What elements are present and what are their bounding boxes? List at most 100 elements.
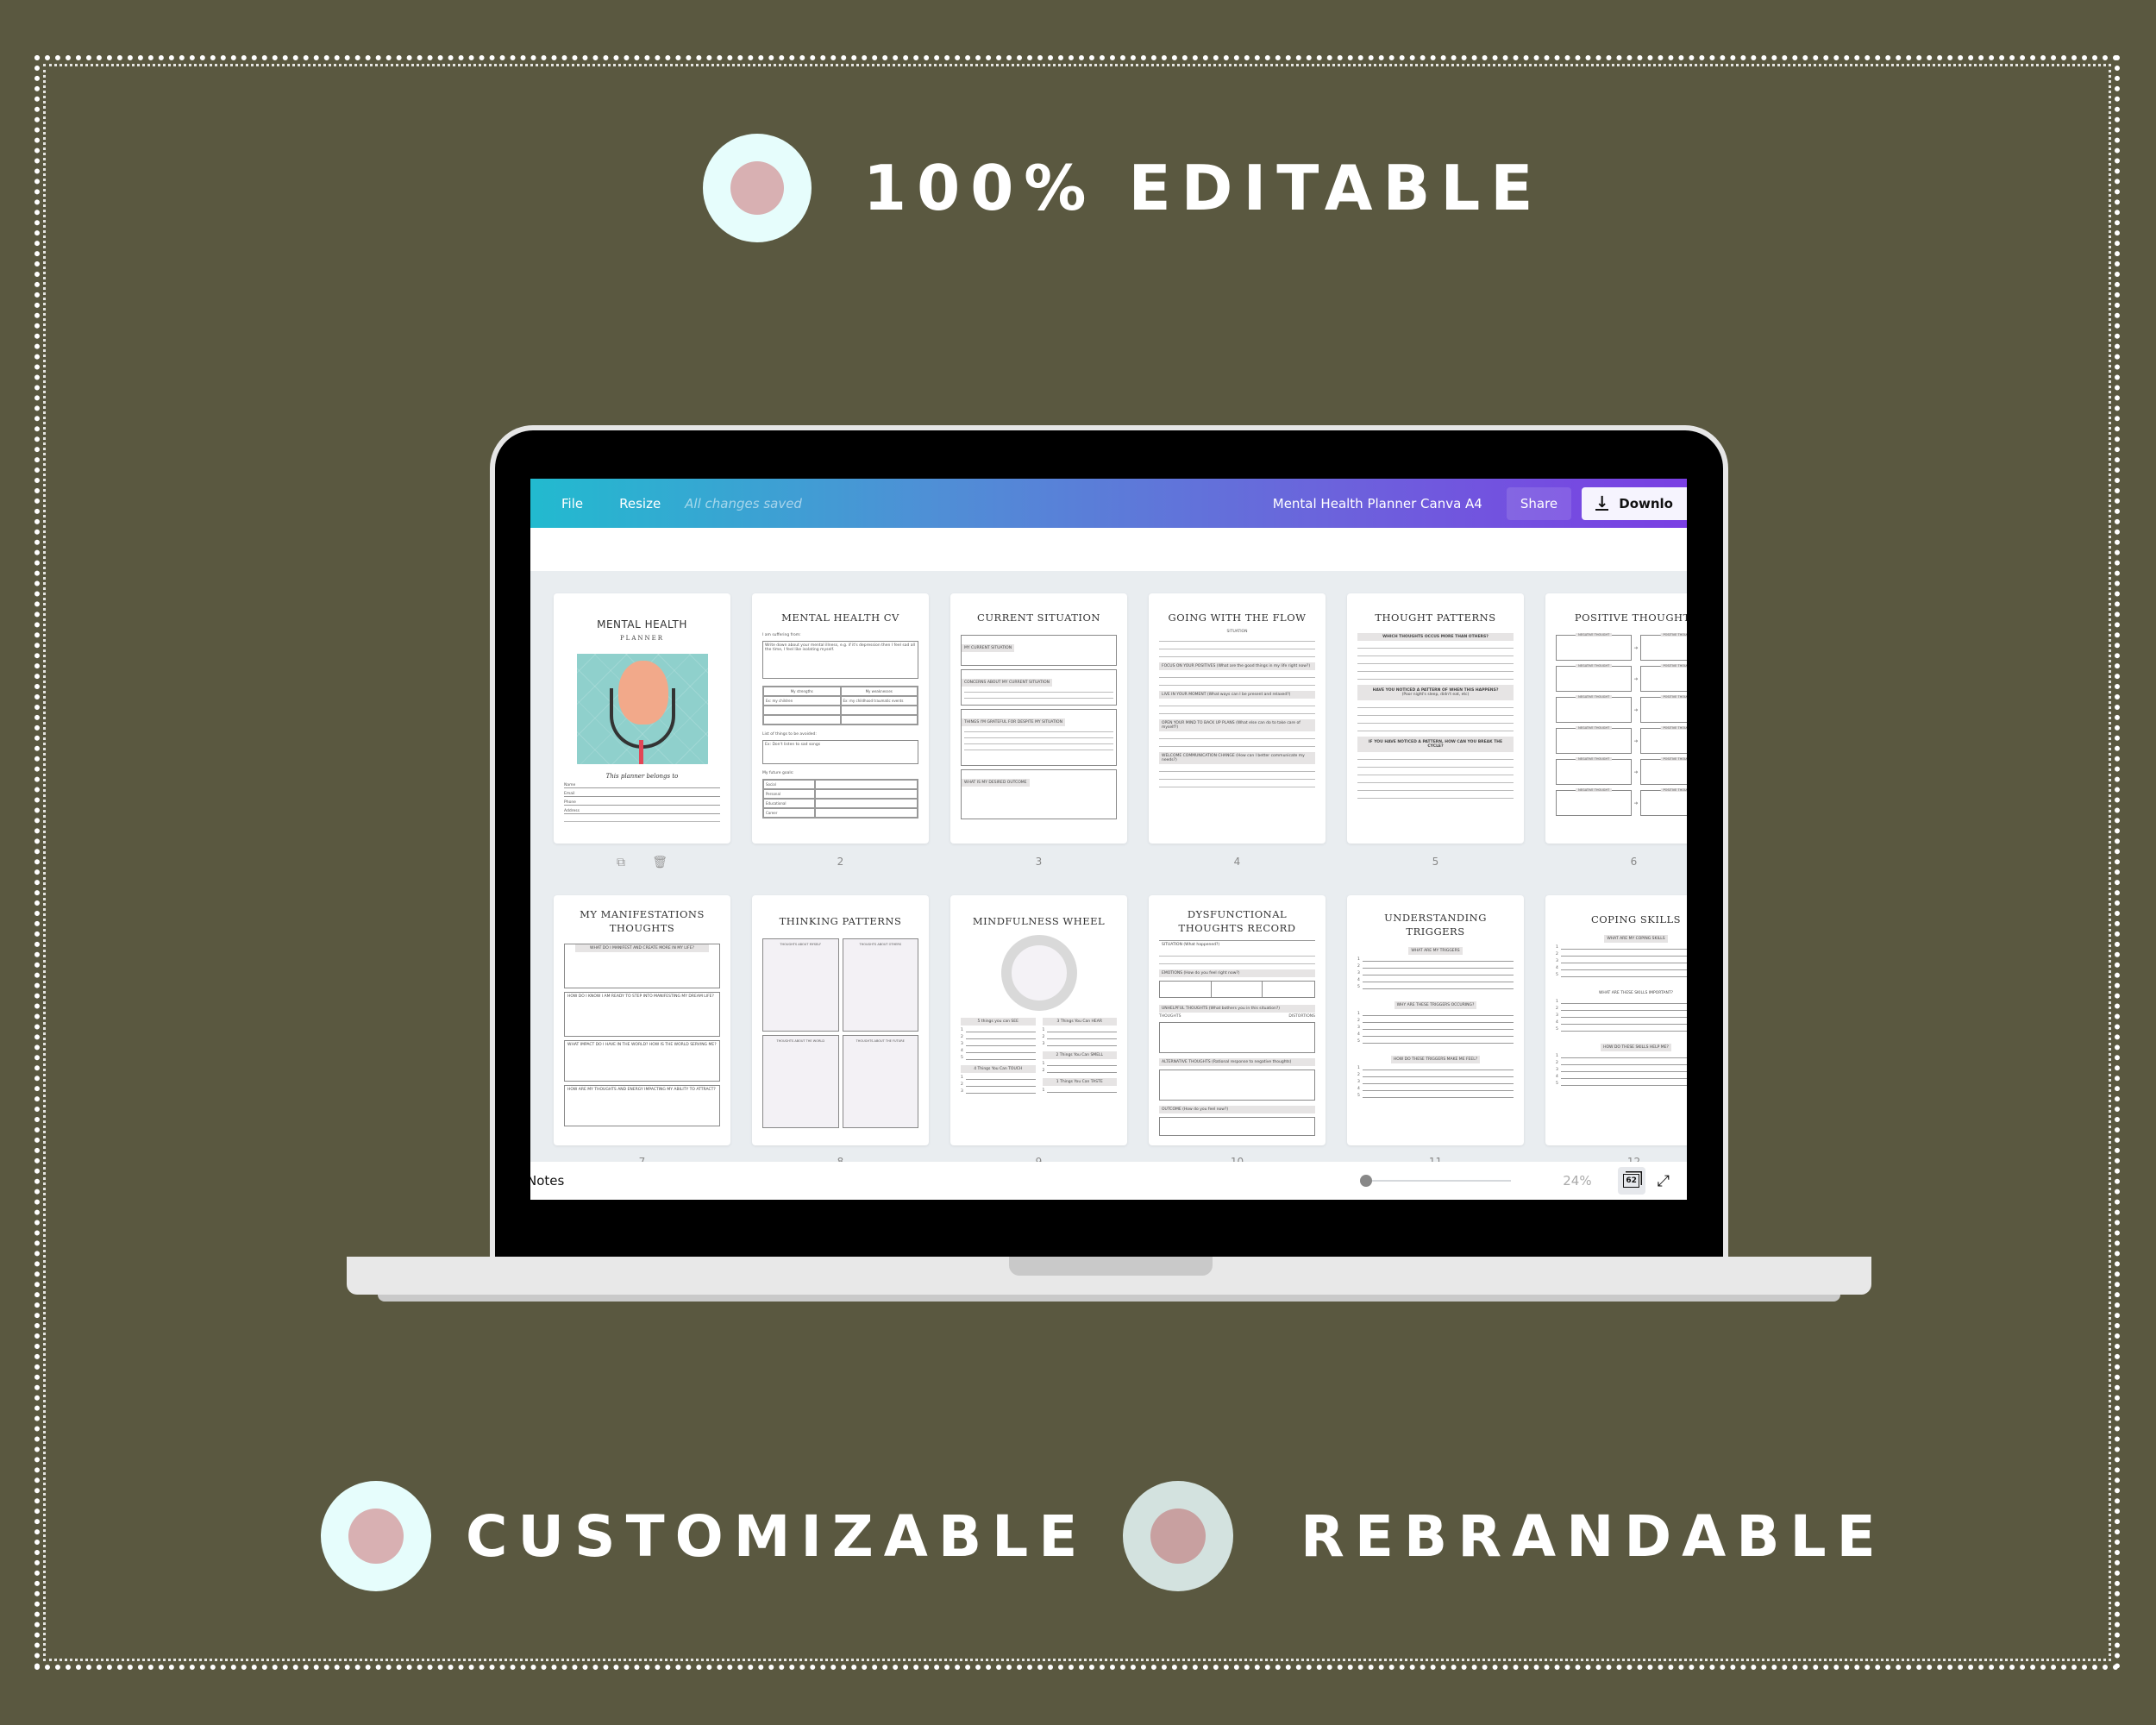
- goal-row: Personal: [763, 789, 815, 799]
- negative-label: NEGATIVE THOUGHT: [1576, 788, 1613, 792]
- weaknesses-header: My weaknesses: [840, 687, 918, 696]
- bullet-circle-icon: [1123, 1481, 1233, 1591]
- page-thumbnail-7[interactable]: MY MANIFESTATIONS THOUGHTS WHAT DO I MAN…: [554, 895, 730, 1145]
- download-label: Downlo: [1619, 495, 1673, 511]
- section-label: MY CURRENT SITUATION: [962, 644, 1015, 652]
- arrow-right-icon: ➜: [1633, 644, 1639, 651]
- page-thumbnail-2[interactable]: MENTAL HEALTH CV I am suffering from: Wr…: [752, 593, 929, 844]
- page-title: MY MANIFESTATIONS THOUGHTS: [580, 908, 705, 934]
- feature-label: CUSTOMIZABLE: [466, 1502, 1088, 1570]
- arrow-right-icon: ➜: [1633, 706, 1639, 713]
- strengths-header: My strengths: [763, 687, 841, 696]
- editor-toolbar: File Resize All changes saved Mental Hea…: [530, 479, 1687, 528]
- page-number: 4: [1233, 856, 1241, 868]
- page-subtitle: PLANNER: [619, 635, 665, 642]
- page-title: MINDFULNESS WHEEL: [972, 915, 1106, 927]
- page-title: COPING SKILLS: [1590, 913, 1682, 925]
- negative-label: NEGATIVE THOUGHT: [1576, 695, 1613, 699]
- page-title: THINKING PATTERNS: [779, 915, 902, 927]
- page-thumbnail-9[interactable]: MINDFULNESS WHEEL 5 things you can SEE 1…: [950, 895, 1127, 1145]
- save-status: All changes saved: [685, 495, 802, 511]
- strength-example: Ex: my children: [763, 696, 841, 706]
- negative-label: NEGATIVE THOUGHT: [1576, 664, 1613, 668]
- section-label: 4 Things You Can TOUCH: [961, 1065, 1036, 1073]
- notes-button[interactable]: Notes: [530, 1173, 564, 1189]
- zoom-slider-thumb[interactable]: [1360, 1175, 1373, 1187]
- zoom-percent[interactable]: 24%: [1563, 1173, 1591, 1189]
- page-thumbnail-12[interactable]: COPING SKILLS WHAT ARE MY COPING SKILLS …: [1545, 895, 1687, 1145]
- thoughts-col-label: THOUGHTS: [1159, 1014, 1181, 1019]
- distortions-col-label: DISTORTIONS: [1288, 1014, 1315, 1019]
- share-button[interactable]: Share: [1506, 486, 1572, 520]
- page-title: THOUGHT PATTERNS: [1375, 612, 1496, 624]
- section-label: WHICH THOUGHTS OCCUS MORE THAN OTHERS?: [1357, 633, 1514, 641]
- section-label: WHAT DO I MANIFEST AND CREATE MORE IN MY…: [575, 944, 709, 952]
- section-label: OUTCOME (How do you feel now?): [1159, 1106, 1315, 1113]
- section-hint: (Poor night's sleep, didn't eat, etc): [1401, 693, 1470, 697]
- weakness-example: Ex: my childhood traumatic events: [840, 696, 918, 706]
- page-thumbnail-8[interactable]: THINKING PATTERNS THOUGHTS ABOUT MYSELF …: [752, 895, 929, 1145]
- thinking-quadrants: THOUGHTS ABOUT MYSELF THOUGHTS ABOUT OTH…: [762, 938, 918, 1128]
- quadrant-world: THOUGHTS ABOUT THE WORLD: [762, 1035, 839, 1128]
- section-label: HOW ARE MY THOUGHTS AND ENERGY IMPACTING…: [567, 1088, 716, 1092]
- belongs-to-label: This planner belongs to: [605, 773, 679, 780]
- section-label: SITUATION: [1226, 630, 1248, 634]
- positive-label: POSITIVE THOUGHT: [1660, 788, 1687, 792]
- resize-button[interactable]: Resize: [619, 496, 661, 511]
- section-label: UNHELPFUL THOUGHTS (What bothers you in …: [1159, 1005, 1315, 1013]
- page-title: POSITIVE THOUGHTS: [1574, 612, 1687, 624]
- arrow-right-icon: ➜: [1633, 675, 1639, 682]
- page-thumbnail-1[interactable]: MENTAL HEALTH PLANNER This planner belon…: [554, 593, 730, 844]
- section-label: EMOTIONS (How do you feel right now?): [1159, 969, 1315, 977]
- arrow-right-icon: ➜: [1633, 800, 1639, 806]
- section-label: ALTERNATIVE THOUGHTS (Rational response …: [1159, 1058, 1315, 1066]
- page-thumbnail-4[interactable]: GOING WITH THE FLOW SITUATION FOCUS ON Y…: [1149, 593, 1326, 844]
- mindfulness-wheel: [1000, 935, 1077, 1011]
- page-thumbnail-3[interactable]: CURRENT SITUATION MY CURRENT SITUATION C…: [950, 593, 1127, 844]
- section-label: HOW DO I KNOW I AM READY TO STEP INTO MA…: [567, 994, 714, 999]
- positive-label: POSITIVE THOUGHT: [1660, 664, 1687, 668]
- field-address: Address: [564, 809, 720, 814]
- page-number: 6: [1630, 856, 1638, 868]
- arrow-right-icon: ➜: [1633, 737, 1639, 744]
- page-thumbnail-11[interactable]: UNDERSTANDING TRIGGERS WHAT ARE MY TRIGG…: [1347, 895, 1524, 1145]
- file-menu[interactable]: File: [561, 496, 583, 511]
- document-title[interactable]: Mental Health Planner Canva A4: [1273, 496, 1482, 511]
- field-phone: Phone: [564, 800, 720, 806]
- section-label: CONCERNS ABOUT MY CURRENT SITUATION: [962, 679, 1052, 687]
- page-thumbnail-5[interactable]: THOUGHT PATTERNS WHICH THOUGHTS OCCUS MO…: [1347, 593, 1524, 844]
- feature-label: REBRANDABLE: [1300, 1502, 1886, 1570]
- goal-row: Social: [763, 780, 815, 789]
- page-number: 2: [837, 856, 844, 868]
- page-count-button[interactable]: 62: [1617, 1167, 1645, 1195]
- download-button[interactable]: ↓ Downlo: [1582, 486, 1687, 520]
- page-title: DYSFUNCTIONAL THOUGHTS RECORD: [1178, 908, 1296, 934]
- bullet-circle-icon: [321, 1481, 431, 1591]
- section-label: HOW DO THESE TRIGGERS MAKE ME FEEL?: [1390, 1056, 1481, 1063]
- page-thumbnail-10[interactable]: DYSFUNCTIONAL THOUGHTS RECORD SITUATION …: [1149, 895, 1326, 1145]
- thought-rows: NEGATIVE THOUGHT ➜ POSITIVE THOUGHT NEGATI…: [1556, 633, 1687, 816]
- positive-label: POSITIVE THOUGHT: [1660, 757, 1687, 761]
- duplicate-page-icon[interactable]: ⧉: [617, 856, 625, 869]
- arrow-right-icon: ➜: [1633, 768, 1639, 775]
- section-label: SITUATION (What happened?): [1159, 940, 1315, 949]
- page-title: MENTAL HEALTH: [597, 618, 687, 630]
- positive-label: POSITIVE THOUGHT: [1660, 695, 1687, 699]
- quadrant-others: THOUGHTS ABOUT OTHERS: [842, 938, 918, 1032]
- page-title: UNDERSTANDING TRIGGERS: [1384, 912, 1487, 938]
- section-label: 1 Things You Can TASTE: [1042, 1078, 1117, 1086]
- laptop-notch: [1009, 1257, 1213, 1276]
- suffering-box: Write down about your mental illness, e.…: [762, 641, 918, 679]
- page-thumbnail-6[interactable]: POSITIVE THOUGHTS NEGATIVE THOUGHT ➜ POSIT…: [1545, 593, 1687, 844]
- cover-image-brain-stethoscope: [576, 654, 708, 764]
- section-label: THINGS I'M GRATEFUL FOR DESPITE MY SITUA…: [962, 718, 1065, 726]
- section-label: OPEN YOUR MIND TO BACK UP PLANS (What el…: [1159, 719, 1315, 731]
- section-label: 2 Things You Can SMELL: [1042, 1051, 1117, 1059]
- bullet-circle-icon: [703, 134, 812, 242]
- trash-icon[interactable]: 🗑: [652, 856, 667, 869]
- fullscreen-icon[interactable]: ⤢: [1658, 1172, 1670, 1190]
- goal-row: Educational: [763, 799, 815, 808]
- feature-customizable: CUSTOMIZABLE: [321, 1481, 1087, 1591]
- goals-label: My future goals:: [762, 771, 794, 775]
- zoom-slider[interactable]: [1360, 1174, 1512, 1188]
